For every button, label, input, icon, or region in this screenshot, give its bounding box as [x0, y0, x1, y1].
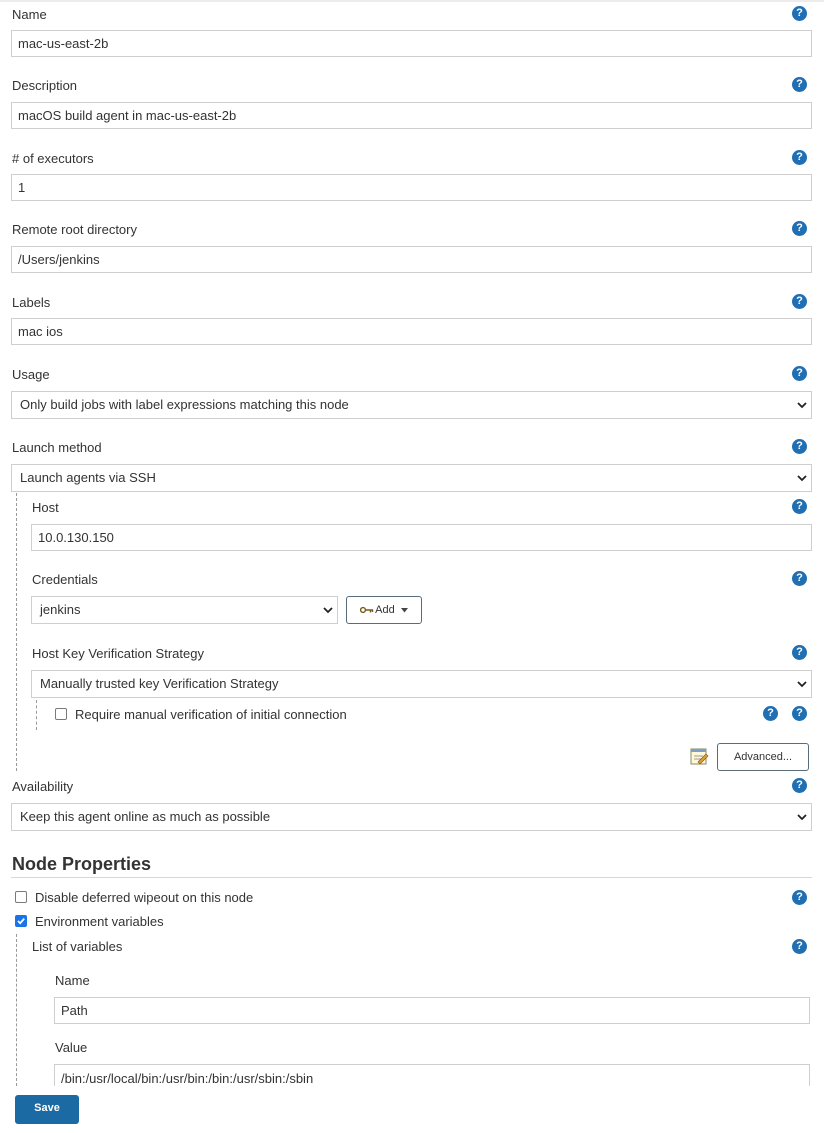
credentials-help-icon[interactable]: ? [792, 571, 807, 586]
name-label: Name [12, 7, 47, 22]
usage-help-icon[interactable]: ? [792, 366, 807, 381]
list-of-variables-help-icon[interactable]: ? [792, 939, 807, 954]
host-label: Host [32, 500, 59, 515]
usage-label: Usage [12, 367, 50, 382]
list-of-variables-label: List of variables [32, 939, 123, 954]
advanced-button[interactable]: Advanced... [717, 743, 809, 771]
host-key-strategy-help-icon[interactable]: ? [792, 706, 807, 721]
var-name-input[interactable]: Path [54, 997, 810, 1024]
chevron-down-icon [323, 607, 333, 614]
usage-select[interactable]: Only build jobs with label expressions m… [11, 391, 812, 419]
add-credentials-label: Add [375, 604, 395, 616]
description-label: Description [12, 78, 78, 93]
description-input[interactable]: macOS build agent in mac-us-east-2b [11, 102, 812, 129]
host-key-help-icon[interactable]: ? [792, 645, 807, 660]
key-icon [360, 606, 374, 614]
chevron-down-icon [797, 814, 807, 821]
executors-help-icon[interactable]: ? [792, 150, 807, 165]
bottom-bar [0, 1086, 824, 1133]
chevron-down-icon [797, 681, 807, 688]
availability-select-value: Keep this agent online as much as possib… [20, 809, 271, 824]
env-vars-block-guide [16, 934, 17, 1086]
env-vars-checkbox[interactable] [15, 915, 27, 927]
require-manual-checkbox[interactable] [55, 708, 67, 720]
host-input[interactable]: 10.0.130.150 [31, 524, 812, 551]
labels-label: Labels [12, 295, 51, 310]
section-divider [11, 877, 812, 878]
var-name-label: Name [55, 973, 90, 988]
credentials-select-value: jenkins [40, 602, 81, 617]
launch-method-select[interactable]: Launch agents via SSH [11, 464, 812, 492]
name-help-icon[interactable]: ? [792, 6, 807, 21]
host-key-label: Host Key Verification Strategy [32, 646, 204, 661]
checkmark-icon [17, 918, 25, 925]
host-help-icon[interactable]: ? [792, 499, 807, 514]
availability-help-icon[interactable]: ? [792, 778, 807, 793]
require-manual-help-icon[interactable]: ? [763, 706, 778, 721]
launch-method-label: Launch method [12, 440, 102, 455]
remote-root-label: Remote root directory [12, 222, 137, 237]
caret-down-icon [400, 607, 408, 613]
disable-wipeout-help-icon[interactable]: ? [792, 890, 807, 905]
credentials-select[interactable]: jenkins [31, 596, 338, 624]
executors-label: # of executors [12, 151, 94, 166]
ssh-block-guide [16, 493, 17, 771]
remote-root-input[interactable]: /Users/jenkins [11, 246, 812, 273]
availability-label: Availability [12, 779, 74, 794]
save-button[interactable]: Save [15, 1095, 79, 1124]
require-manual-label: Require manual verification of initial c… [75, 707, 347, 722]
disable-wipeout-label: Disable deferred wipeout on this node [35, 890, 254, 905]
launch-method-select-value: Launch agents via SSH [20, 470, 156, 485]
remote-root-help-icon[interactable]: ? [792, 221, 807, 236]
host-key-select-value: Manually trusted key Verification Strate… [40, 676, 279, 691]
description-help-icon[interactable]: ? [792, 77, 807, 92]
chevron-down-icon [797, 475, 807, 482]
labels-help-icon[interactable]: ? [792, 294, 807, 309]
name-input[interactable]: mac-us-east-2b [11, 30, 812, 57]
top-border [0, 0, 824, 2]
var-value-label: Value [55, 1040, 88, 1055]
env-vars-label: Environment variables [35, 914, 164, 929]
add-credentials-button[interactable]: Add [346, 596, 422, 624]
var-value-input[interactable]: /bin:/usr/local/bin:/usr/bin:/bin:/usr/s… [54, 1064, 810, 1086]
launch-method-help-icon[interactable]: ? [792, 439, 807, 454]
credentials-label: Credentials [32, 572, 98, 587]
disable-wipeout-checkbox[interactable] [15, 891, 27, 903]
chevron-down-icon [797, 402, 807, 409]
host-key-block-guide [36, 700, 37, 730]
node-properties-heading: Node Properties [12, 854, 152, 874]
labels-input[interactable]: mac ios [11, 318, 812, 345]
executors-input[interactable]: 1 [11, 174, 812, 201]
availability-select[interactable]: Keep this agent online as much as possib… [11, 803, 812, 831]
notepad-icon[interactable] [689, 746, 709, 766]
host-key-select[interactable]: Manually trusted key Verification Strate… [31, 670, 812, 698]
usage-select-value: Only build jobs with label expressions m… [20, 397, 349, 412]
